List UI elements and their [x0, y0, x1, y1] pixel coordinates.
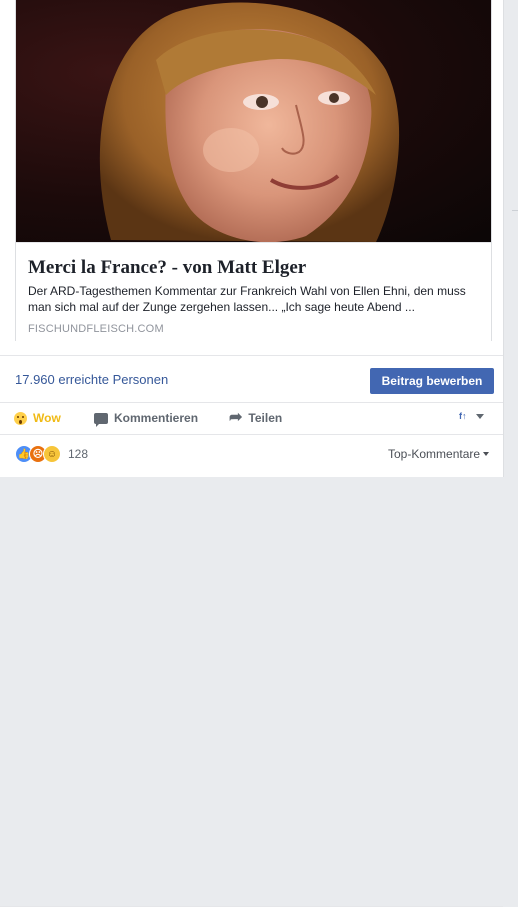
post-action-bar: Wow Kommentieren ➦ Teilen f↑ [0, 402, 503, 435]
share-arrow-icon: ➦ [229, 409, 243, 426]
right-column-edge [508, 0, 518, 477]
portrait-photo [99, 2, 400, 242]
wow-emoji-icon [14, 411, 27, 425]
feed-selector-button[interactable]: f↑ [459, 410, 484, 422]
reactions-summary: 👍 ☹ ☺ 128 Top-Kommentare [0, 434, 503, 907]
comment-sort-label: Top-Kommentare [388, 447, 481, 461]
chevron-down-icon [483, 452, 490, 456]
reach-count-link[interactable]: 17.960 erreichte Personen [15, 372, 168, 387]
share-button[interactable]: ➦ Teilen [229, 409, 283, 426]
divider [512, 210, 518, 211]
share-label: Teilen [248, 411, 283, 425]
link-domain: FISCHUNDFLEISCH.COM [28, 323, 164, 335]
reaction-icons[interactable]: 👍 ☹ ☺ [15, 445, 61, 463]
link-preview-image[interactable] [16, 0, 491, 242]
post-insights-bar: 17.960 erreichte Personen Beitrag bewerb… [0, 355, 503, 402]
chevron-down-icon [476, 413, 484, 419]
wow-reaction-button[interactable]: Wow [14, 411, 61, 425]
link-description: Der ARD-Tagesthemen Kommentar zur Frankr… [28, 284, 466, 314]
link-caption[interactable]: Merci la France? - von Matt Elger Der AR… [16, 242, 491, 341]
comment-label: Kommentieren [114, 411, 199, 425]
feed-selector-icon: f↑ [459, 411, 467, 421]
reaction-count[interactable]: 128 [68, 447, 88, 461]
feed-post: Merci la France? - von Matt Elger Der AR… [0, 0, 504, 907]
comment-button[interactable]: Kommentieren [94, 411, 199, 427]
link-title[interactable]: Merci la France? - von Matt Elger [28, 257, 306, 279]
comment-sort-dropdown[interactable]: Top-Kommentare [388, 447, 490, 461]
link-preview-card[interactable]: Merci la France? - von Matt Elger Der AR… [15, 0, 492, 341]
boost-post-button[interactable]: Beitrag bewerben [370, 368, 494, 394]
comment-bubble-icon [94, 412, 108, 427]
haha-icon: ☺ [43, 445, 61, 463]
wow-label: Wow [33, 411, 61, 425]
